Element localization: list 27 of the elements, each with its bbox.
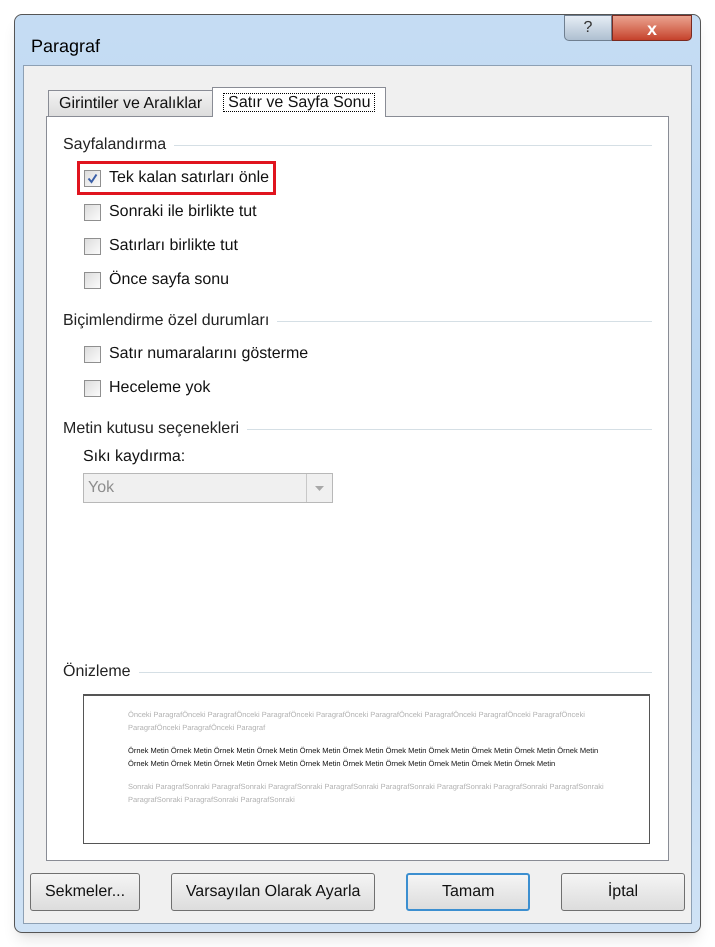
- checkbox-label: Satırları birlikte tut: [109, 236, 238, 256]
- dropdown-label: Sıkı kaydırma:: [83, 447, 186, 467]
- checkbox[interactable]: [84, 238, 101, 254]
- checkbox[interactable]: [84, 272, 101, 288]
- dialog-button[interactable]: İptal: [560, 873, 685, 911]
- section-title: Önizleme: [63, 662, 131, 682]
- dialog-button[interactable]: Tamam: [406, 873, 530, 911]
- checkbox-label: Heceleme yok: [109, 378, 210, 398]
- checkbox[interactable]: [84, 380, 101, 396]
- section-title: Sayfalandırma: [63, 135, 166, 155]
- dropdown-arrow-icon: [315, 486, 324, 490]
- checkbox[interactable]: [84, 346, 101, 362]
- section-title: Metin kutusu seçenekleri: [63, 419, 240, 439]
- checkbox[interactable]: [84, 170, 101, 186]
- tab[interactable]: Satır ve Sayfa Sonu: [212, 87, 386, 117]
- checkbox-label: Önce sayfa sonu: [109, 270, 230, 290]
- help-button[interactable]: ?: [564, 15, 612, 41]
- dialog-button[interactable]: Varsayılan Olarak Ayarla: [170, 873, 376, 911]
- checkbox-label: Sonraki ile birlikte tut: [109, 202, 257, 222]
- dialog-button[interactable]: Sekmeler...: [30, 873, 140, 911]
- checkbox[interactable]: [84, 204, 101, 220]
- tab[interactable]: Girintiler ve Aralıklar: [48, 90, 214, 116]
- checkmark-icon: [87, 172, 98, 184]
- checkbox-label: Satır numaralarını gösterme: [109, 344, 308, 364]
- section-title: Biçimlendirme özel durumları: [63, 311, 270, 331]
- window-title: Paragraf: [31, 35, 100, 58]
- checkbox-label: Tek kalan satırları önle: [109, 168, 270, 188]
